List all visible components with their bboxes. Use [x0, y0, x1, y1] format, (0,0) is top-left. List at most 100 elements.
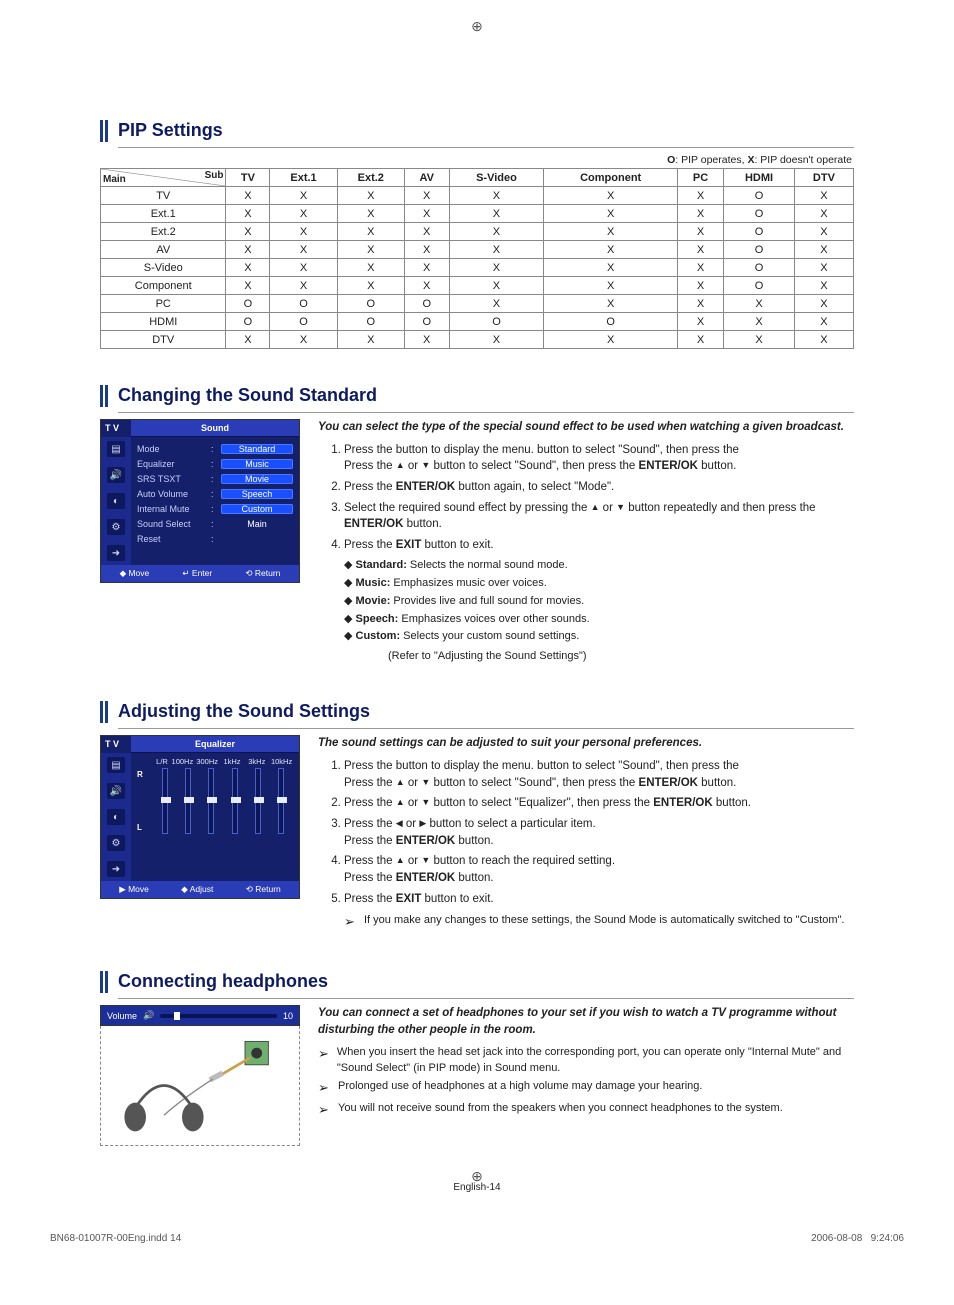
section-heading-adjust: Adjusting the Sound Settings — [118, 701, 854, 722]
pip-cell: O — [724, 205, 795, 223]
pip-cell: X — [677, 205, 723, 223]
pip-cell: X — [794, 259, 853, 277]
heading-accent — [100, 120, 112, 148]
pip-cell: X — [544, 295, 678, 313]
hp-note: ➢Prolonged use of headphones at a high v… — [318, 1079, 854, 1098]
pip-row-header: Ext.1 — [101, 205, 226, 223]
pip-cell: X — [270, 331, 337, 349]
pip-cell: X — [404, 331, 449, 349]
pip-cell: X — [226, 259, 270, 277]
pip-cell: X — [270, 223, 337, 241]
pip-cell: X — [270, 259, 337, 277]
register-mark-top: ⊕ — [471, 18, 483, 35]
pip-cell: O — [724, 259, 795, 277]
instruction-step: Press the EXIT button to exit. — [344, 537, 854, 554]
instruction-step: Select the required sound effect by pres… — [344, 500, 854, 533]
pip-cell: O — [337, 295, 404, 313]
pip-table: Main Sub TVExt.1Ext.2AVS-VideoComponentP… — [100, 168, 854, 349]
pip-cell: X — [226, 205, 270, 223]
pip-col-header: S-Video — [449, 169, 544, 187]
channel-icon: ◐ — [107, 809, 125, 825]
pip-cell: X — [677, 295, 723, 313]
sound-intro: You can select the type of the special s… — [318, 419, 854, 436]
pip-cell: X — [337, 205, 404, 223]
pip-row-header: TV — [101, 187, 226, 205]
pip-row-header: S-Video — [101, 259, 226, 277]
pip-cell: X — [337, 223, 404, 241]
pip-cell: O — [270, 295, 337, 313]
pip-cell: X — [404, 259, 449, 277]
pip-cell: X — [544, 241, 678, 259]
hp-note: ➢You will not receive sound from the spe… — [318, 1101, 854, 1120]
pip-cell: X — [724, 331, 795, 349]
pip-col-header: Ext.2 — [337, 169, 404, 187]
pip-cell: X — [337, 259, 404, 277]
pip-cell: O — [724, 187, 795, 205]
pip-cell: O — [404, 295, 449, 313]
pip-cell: X — [449, 259, 544, 277]
pip-cell: X — [794, 277, 853, 295]
pip-col-header: Component — [544, 169, 678, 187]
pip-col-header: TV — [226, 169, 270, 187]
adjust-intro: The sound settings can be adjusted to su… — [318, 735, 854, 752]
pip-cell: X — [337, 277, 404, 295]
input-icon: ➜ — [107, 545, 125, 561]
pip-cell: X — [544, 259, 678, 277]
pip-row-header: DTV — [101, 331, 226, 349]
svg-text:∩: ∩ — [253, 1036, 259, 1038]
mode-item: ◆ Custom: Selects your custom sound sett… — [344, 629, 854, 645]
volume-bar: Volume 🔊 10 — [100, 1005, 300, 1026]
pip-cell: X — [794, 205, 853, 223]
section-heading-sound: Changing the Sound Standard — [118, 385, 854, 406]
mode-item: ◆ Music: Emphasizes music over voices. — [344, 576, 854, 592]
sound-icon: 🔊 — [107, 467, 125, 483]
channel-icon: ◐ — [107, 493, 125, 509]
heading-accent — [100, 385, 112, 413]
pip-cell: X — [449, 241, 544, 259]
pip-cell: X — [794, 223, 853, 241]
pip-row-header: Ext.2 — [101, 223, 226, 241]
pip-cell: X — [794, 313, 853, 331]
register-mark-bottom: ⊕ — [471, 1168, 483, 1185]
pip-cell: X — [794, 295, 853, 313]
pip-col-header: Ext.1 — [270, 169, 337, 187]
pip-cell: O — [449, 313, 544, 331]
heading-accent — [100, 971, 112, 999]
pip-cell: X — [449, 331, 544, 349]
pip-cell: X — [794, 187, 853, 205]
modes-ref: (Refer to "Adjusting the Sound Settings"… — [388, 650, 587, 662]
pip-cell: X — [544, 205, 678, 223]
instruction-step: Press the ◀ or ▶ button to select a part… — [344, 816, 854, 849]
sound-icon: 🔊 — [107, 783, 125, 799]
mode-item: ◆ Standard: Selects the normal sound mod… — [344, 558, 854, 574]
input-icon: ➜ — [107, 861, 125, 877]
footer-time: 9:24:06 — [871, 1233, 904, 1244]
pip-col-header: HDMI — [724, 169, 795, 187]
pip-cell: O — [226, 313, 270, 331]
pip-cell: X — [449, 295, 544, 313]
pip-cell: X — [270, 187, 337, 205]
picture-icon: ▤ — [107, 441, 125, 457]
pip-cell: X — [226, 277, 270, 295]
osd-equalizer: T V Equalizer ▤ 🔊 ◐ ⚙ ➜ L — [100, 735, 300, 899]
setup-icon: ⚙ — [107, 835, 125, 851]
pip-cell: O — [404, 313, 449, 331]
footer-date: 2006-08-08 — [811, 1233, 862, 1244]
setup-icon: ⚙ — [107, 519, 125, 535]
section-heading-headphones: Connecting headphones — [118, 971, 854, 992]
mode-item: ◆ Speech: Emphasizes voices over other s… — [344, 612, 854, 628]
pip-cell: X — [226, 241, 270, 259]
pip-diag-cell: Main Sub — [101, 169, 226, 187]
pip-cell: X — [449, 277, 544, 295]
pip-cell: X — [404, 241, 449, 259]
pip-cell: X — [544, 187, 678, 205]
pip-cell: O — [724, 241, 795, 259]
footer-filename: BN68-01007R-00Eng.indd 14 — [50, 1233, 181, 1244]
pip-cell: X — [226, 187, 270, 205]
osd-sound: T V Sound ▤ 🔊 ◐ ⚙ ➜ Mode:StandardEqualiz… — [100, 419, 300, 583]
pip-cell: X — [404, 277, 449, 295]
pip-cell: X — [337, 241, 404, 259]
pip-cell: X — [677, 313, 723, 331]
pip-cell: X — [226, 223, 270, 241]
pip-cell: X — [544, 277, 678, 295]
